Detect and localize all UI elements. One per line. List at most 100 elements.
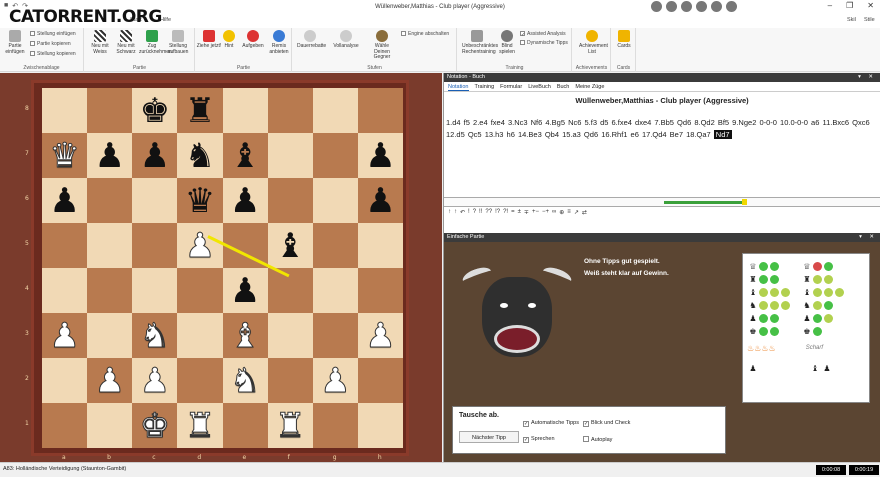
tab-notation[interactable]: Notation: [448, 82, 469, 91]
close-icon[interactable]: ✕: [867, 1, 874, 10]
square-e1[interactable]: e: [222, 403, 268, 461]
current-move[interactable]: Nd7: [713, 130, 732, 139]
black-piece[interactable]: ♛: [185, 184, 215, 218]
face-icon[interactable]: [711, 1, 722, 12]
square-c6[interactable]: [132, 178, 178, 223]
square-h8[interactable]: [357, 88, 403, 133]
autoplay-checkbox[interactable]: Autoplay: [583, 436, 612, 443]
white-piece[interactable]: ♟: [365, 318, 397, 353]
tab-buch[interactable]: Buch: [557, 82, 570, 91]
black-piece[interactable]: ♝: [230, 139, 260, 173]
chessboard[interactable]: 8 ♚ ♜ ♛ 7 ♟ ♟ ♞ ♝ ♟ ♟ 6 ♛ ♟ ♟ 5 ♟ ♝ 4 ♟ ♟ 3 ♞ ♝ ♟ 2 ♟ ♟ ♞ ♟ 1 a b ♚ c ♜ d e ♜ f…: [25, 88, 403, 461]
square-b2[interactable]: ♟: [87, 358, 133, 403]
square-g3[interactable]: [312, 313, 358, 358]
square-c5[interactable]: [132, 223, 178, 268]
new-black-button[interactable]: Neu mit Schwarz: [113, 30, 139, 55]
hint-button[interactable]: Hint: [216, 30, 242, 50]
square-f6[interactable]: [267, 178, 313, 223]
square-b4[interactable]: [87, 268, 133, 313]
square-g6[interactable]: [312, 178, 358, 223]
square-h4[interactable]: [357, 268, 403, 313]
white-piece[interactable]: ♚: [139, 408, 171, 443]
square-h1[interactable]: h: [357, 403, 403, 461]
black-piece[interactable]: ♟: [140, 139, 170, 173]
square-b5[interactable]: [87, 223, 133, 268]
black-piece[interactable]: ♟: [230, 184, 260, 218]
choose-opponent-button[interactable]: Wähle Deinen Gegner: [367, 30, 397, 61]
square-e4[interactable]: ♟: [222, 268, 268, 313]
square-b3[interactable]: [87, 313, 133, 358]
achievement-list-button[interactable]: Achievement List: [579, 30, 608, 55]
square-g5[interactable]: [312, 223, 358, 268]
square-h3[interactable]: ♟: [357, 313, 403, 358]
setup-position-button[interactable]: Stellung aufbauen: [165, 30, 191, 55]
square-b8[interactable]: [87, 88, 133, 133]
style-menu[interactable]: Stile: [864, 17, 875, 23]
panel-controls[interactable]: ▾ ✕: [858, 73, 876, 82]
square-e2[interactable]: ♞: [222, 358, 268, 403]
white-piece[interactable]: ♞: [229, 363, 261, 398]
next-tip-button[interactable]: Nächster Tipp: [459, 431, 519, 443]
square-f2[interactable]: [267, 358, 313, 403]
square-e3[interactable]: ♝: [222, 313, 268, 358]
auto-tips-checkbox[interactable]: ✓ Automatische Tipps: [523, 420, 579, 427]
square-a1[interactable]: 1a: [25, 403, 88, 461]
square-f5[interactable]: ♝: [267, 223, 313, 268]
square-h2[interactable]: [357, 358, 403, 403]
square-g8[interactable]: [312, 88, 358, 133]
white-piece[interactable]: ♟: [320, 363, 352, 398]
black-piece[interactable]: ♞: [185, 139, 215, 173]
square-h7[interactable]: ♟: [357, 133, 403, 178]
face-icon[interactable]: [651, 1, 662, 12]
tab-meine-züge[interactable]: Meine Züge: [575, 82, 604, 91]
speak-checkbox[interactable]: ✓ Sprechen: [523, 436, 555, 443]
face-icon[interactable]: [696, 1, 707, 12]
square-g2[interactable]: ♟: [312, 358, 358, 403]
white-piece[interactable]: ♛: [49, 138, 81, 173]
square-d2[interactable]: [177, 358, 223, 403]
minimize-icon[interactable]: –: [828, 1, 832, 10]
black-piece[interactable]: ♟: [230, 274, 260, 308]
square-f8[interactable]: [267, 88, 313, 133]
square-e8[interactable]: [222, 88, 268, 133]
panel-controls[interactable]: ▾ ✕: [859, 233, 877, 242]
black-piece[interactable]: ♟: [365, 184, 395, 218]
square-g1[interactable]: g: [312, 403, 358, 461]
square-f3[interactable]: [267, 313, 313, 358]
black-piece[interactable]: ♚: [140, 94, 170, 128]
white-piece[interactable]: ♝: [229, 318, 261, 353]
offer-draw-button[interactable]: Remis anbieten: [266, 30, 292, 55]
square-d7[interactable]: ♞: [177, 133, 223, 178]
blind-play-button[interactable]: Blind spielen: [494, 30, 520, 55]
black-piece[interactable]: ♝: [275, 229, 305, 263]
black-piece[interactable]: ♟: [94, 139, 124, 173]
white-piece[interactable]: ♞: [139, 318, 171, 353]
evaluation-timeline[interactable]: [444, 197, 880, 207]
white-piece[interactable]: ♜: [184, 408, 216, 443]
square-a3[interactable]: ♟ 3: [25, 313, 88, 358]
square-a7[interactable]: ♛ 7: [25, 133, 88, 178]
square-a8[interactable]: 8: [25, 88, 88, 133]
square-c3[interactable]: ♞: [132, 313, 178, 358]
black-piece[interactable]: ♜: [185, 94, 215, 128]
square-d1[interactable]: ♜ d: [177, 403, 223, 461]
unlimited-calc-button[interactable]: Unbeschränktes Rechentraining: [462, 30, 498, 55]
insert-position-button[interactable]: Stellung einfügen: [30, 31, 76, 37]
quick-analysis-button[interactable]: Dauerrebatte: [297, 30, 326, 50]
maximize-icon[interactable]: ❐: [846, 1, 853, 10]
white-piece[interactable]: ♟: [139, 363, 171, 398]
tab-training[interactable]: Training: [475, 82, 495, 91]
square-d5[interactable]: ♟: [177, 223, 223, 268]
face-icon[interactable]: [726, 1, 737, 12]
tab-livebuch[interactable]: LiveBuch: [528, 82, 551, 91]
tab-formular[interactable]: Formular: [500, 82, 522, 91]
notation-toolbar[interactable]: ↑ ↑ ↶!?!!??!??! = ± ∓ +− −+ ∞ ⊕ ≡ ↗ ⇄: [444, 207, 880, 219]
cards-button[interactable]: Cards: [611, 30, 637, 50]
copy-game-button[interactable]: Partie kopieren: [30, 41, 71, 47]
assisted-analysis-checkbox[interactable]: ✓ Assisted Analysis: [520, 31, 566, 38]
square-e6[interactable]: ♟: [222, 178, 268, 223]
square-c7[interactable]: ♟: [132, 133, 178, 178]
full-analysis-button[interactable]: Vollanalyse: [333, 30, 359, 50]
square-d3[interactable]: [177, 313, 223, 358]
opponent-faces[interactable]: [651, 1, 737, 12]
